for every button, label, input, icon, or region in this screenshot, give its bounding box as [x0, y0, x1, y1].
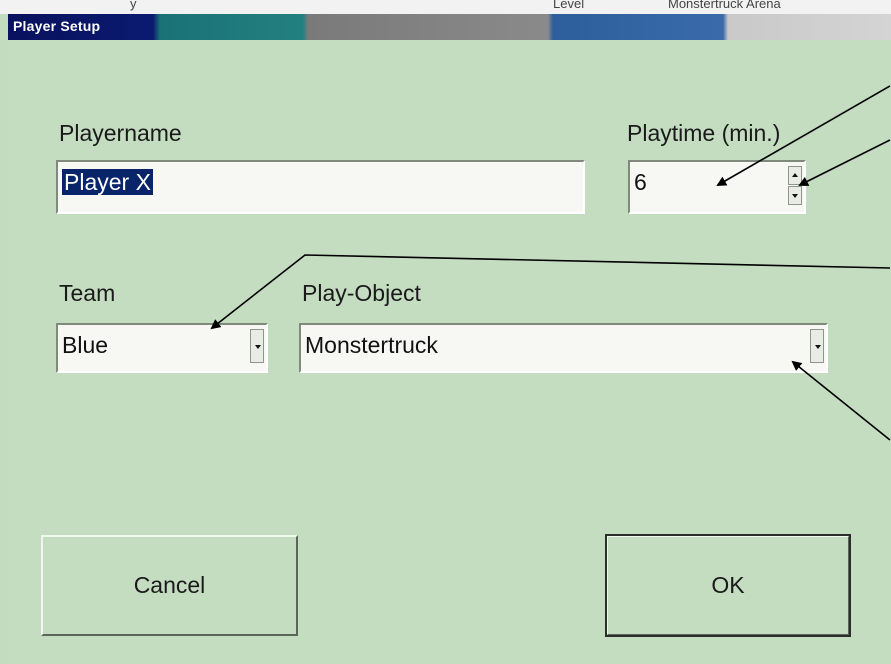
annotation-arrow — [210, 254, 891, 330]
annotation-arrow — [716, 85, 891, 186]
annotation-arrows — [210, 85, 891, 441]
annotation-arrow — [791, 360, 891, 441]
annotation-arrow — [798, 139, 891, 186]
